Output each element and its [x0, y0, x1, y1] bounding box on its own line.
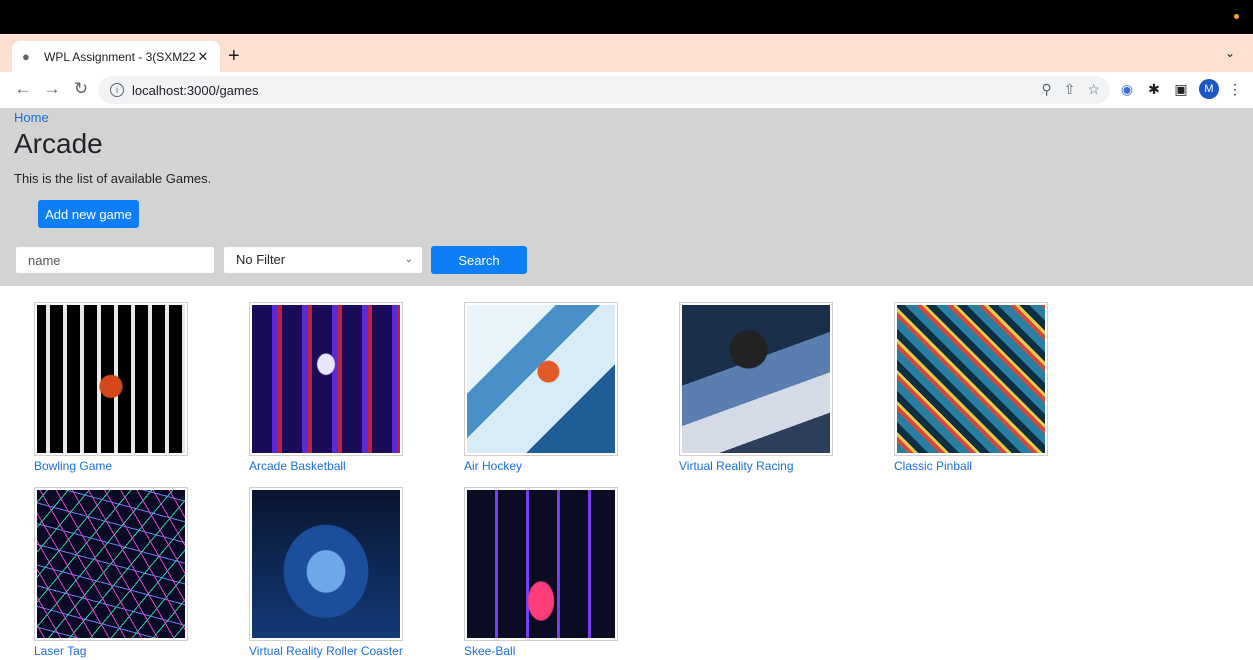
- game-link[interactable]: Virtual Reality Racing: [679, 459, 839, 473]
- add-game-button[interactable]: Add new game: [38, 200, 139, 228]
- search-input[interactable]: [15, 246, 215, 274]
- game-card[interactable]: Laser Tag: [34, 487, 194, 658]
- game-link[interactable]: Arcade Basketball: [249, 459, 409, 473]
- extension-icon[interactable]: ◉: [1118, 80, 1136, 98]
- browser-tab[interactable]: ● WPL Assignment - 3(SXM220 ✕: [12, 41, 220, 72]
- info-icon[interactable]: i: [110, 83, 124, 97]
- game-thumbnail[interactable]: [464, 487, 618, 641]
- url-text: localhost:3000/games: [132, 82, 259, 98]
- sidepanel-icon[interactable]: ▣: [1172, 80, 1190, 98]
- game-card[interactable]: Skee-Ball: [464, 487, 624, 658]
- game-card[interactable]: Air Hockey: [464, 302, 624, 473]
- chevron-down-icon: ⌄: [404, 254, 413, 265]
- reload-icon[interactable]: ↻: [70, 78, 92, 100]
- game-card[interactable]: Virtual Reality Roller Coaster: [249, 487, 429, 658]
- game-link[interactable]: Virtual Reality Roller Coaster: [249, 644, 429, 658]
- page-title: Arcade: [14, 128, 103, 159]
- forward-icon[interactable]: →: [41, 78, 63, 100]
- kebab-menu-icon[interactable]: ⋮: [1226, 80, 1244, 98]
- game-link[interactable]: Bowling Game: [34, 459, 194, 473]
- filter-value: No Filter: [236, 252, 286, 267]
- game-card[interactable]: Classic Pinball: [894, 302, 1054, 473]
- page-subtitle: This is the list of available Games.: [14, 171, 212, 186]
- browser-toolbar: ← → ↻ i localhost:3000/games ⚲ ⇧ ☆ ◉ ✱ ▣…: [0, 72, 1253, 108]
- game-card[interactable]: Virtual Reality Racing: [679, 302, 839, 473]
- share-icon[interactable]: ⇧: [1064, 81, 1076, 98]
- tab-strip: ● WPL Assignment - 3(SXM220 ✕ + ⌄: [0, 34, 1253, 72]
- page-header: Home Arcade This is the list of availabl…: [0, 108, 1253, 286]
- game-thumbnail[interactable]: [34, 302, 188, 456]
- game-link[interactable]: Skee-Ball: [464, 644, 624, 658]
- tab-title: WPL Assignment - 3(SXM220: [44, 49, 196, 64]
- game-card[interactable]: Arcade Basketball: [249, 302, 409, 473]
- close-icon[interactable]: ✕: [196, 49, 210, 65]
- status-dot-icon: [1234, 14, 1239, 19]
- home-link[interactable]: Home: [14, 110, 49, 125]
- avatar[interactable]: M: [1199, 79, 1219, 99]
- back-icon[interactable]: ←: [12, 78, 34, 100]
- address-bar[interactable]: i localhost:3000/games ⚲ ⇧ ☆: [98, 76, 1110, 104]
- search-button[interactable]: Search: [431, 246, 527, 274]
- chevron-down-icon[interactable]: ⌄: [1225, 46, 1235, 60]
- globe-icon: ●: [22, 48, 30, 64]
- game-link[interactable]: Classic Pinball: [894, 459, 1054, 473]
- puzzle-icon[interactable]: ✱: [1145, 80, 1163, 98]
- game-thumbnail[interactable]: [894, 302, 1048, 456]
- game-thumbnail[interactable]: [679, 302, 833, 456]
- game-thumbnail[interactable]: [464, 302, 618, 456]
- star-icon[interactable]: ☆: [1087, 81, 1100, 98]
- game-link[interactable]: Air Hockey: [464, 459, 624, 473]
- game-thumbnail[interactable]: [249, 487, 403, 641]
- game-thumbnail[interactable]: [34, 487, 188, 641]
- game-card[interactable]: Bowling Game: [34, 302, 194, 473]
- filter-select[interactable]: No Filter ⌄: [223, 246, 423, 274]
- new-tab-icon[interactable]: +: [228, 46, 240, 66]
- os-menu-bar: [0, 0, 1253, 34]
- zoom-icon[interactable]: ⚲: [1041, 81, 1051, 98]
- game-link[interactable]: Laser Tag: [34, 644, 194, 658]
- game-thumbnail[interactable]: [249, 302, 403, 456]
